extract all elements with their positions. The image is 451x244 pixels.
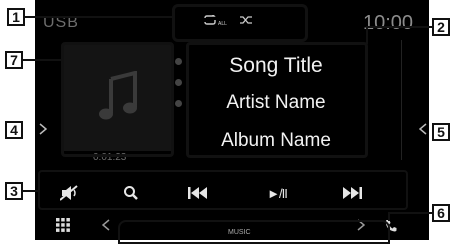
clock: 10:00	[363, 12, 414, 34]
callout-number-7: 7	[5, 51, 23, 69]
callout-box-6	[118, 220, 390, 244]
callout-leader-6	[390, 212, 432, 214]
callout-leader-2	[368, 26, 432, 28]
callout-leader-1	[25, 16, 172, 18]
callout-number-1: 1	[7, 8, 25, 26]
callout-leader-3	[23, 190, 38, 192]
right-panel-arrow-icon[interactable]	[419, 123, 427, 135]
callout-box-1	[172, 4, 308, 42]
callout-leader-2b	[366, 26, 368, 44]
callout-number-6: 6	[432, 204, 450, 222]
callout-box-3	[38, 170, 408, 210]
right-panel-edge	[401, 40, 416, 160]
callout-number-3: 3	[5, 182, 23, 200]
left-panel-arrow-icon[interactable]	[39, 123, 47, 135]
menu-strip	[175, 58, 183, 148]
apps-grid-icon[interactable]	[56, 218, 70, 232]
callout-number-5: 5	[432, 123, 450, 141]
back-arrow-icon[interactable]	[102, 219, 110, 231]
callout-number-4: 4	[5, 121, 23, 139]
callout-box-7	[61, 42, 174, 157]
callout-number-2: 2	[432, 18, 450, 36]
callout-box-2	[186, 42, 368, 158]
callout-leader-7	[23, 59, 61, 61]
callout-leader-6b	[388, 212, 390, 221]
